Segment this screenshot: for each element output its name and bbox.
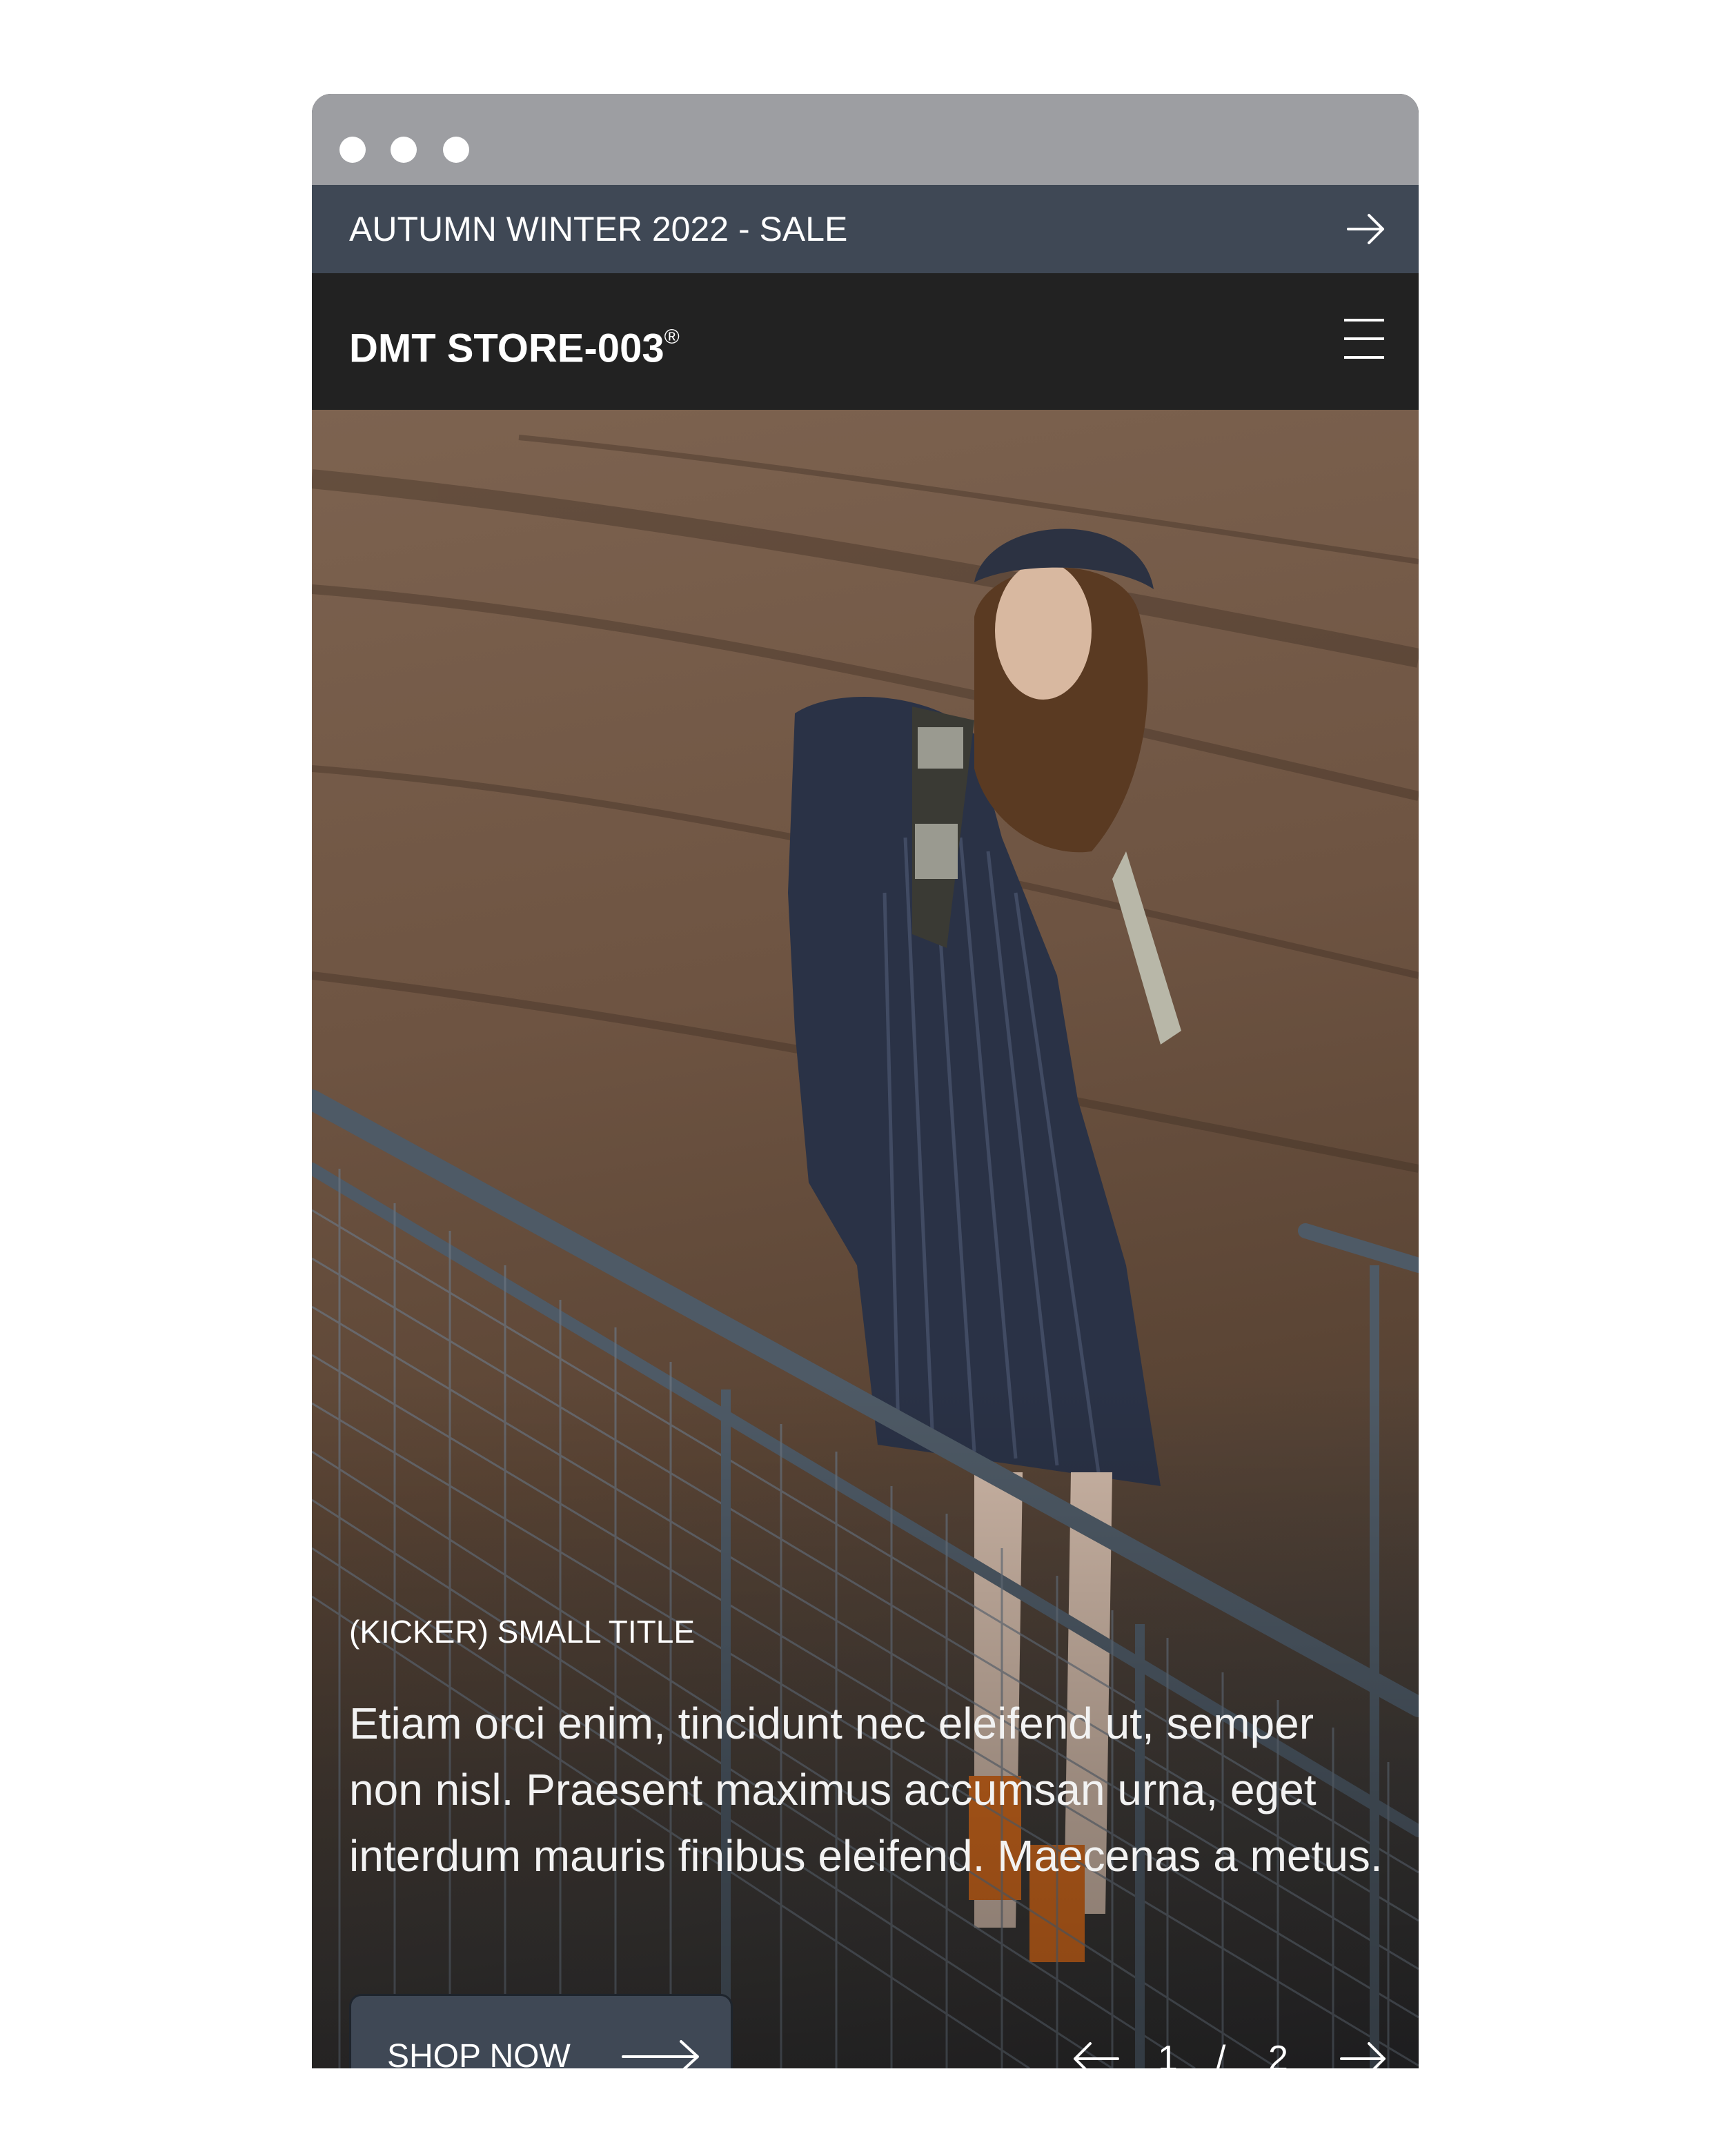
- hero-banner: (KICKER) SMALL TITLE Etiam orci enim, ti…: [312, 410, 1419, 2068]
- arrow-left-icon[interactable]: [1071, 2038, 1121, 2068]
- hamburger-menu-icon[interactable]: [1343, 316, 1386, 362]
- hero-body-text: Etiam orci enim, tincidunt nec eleifend …: [349, 1699, 1383, 1881]
- shop-now-label: SHOP NOW: [387, 2038, 571, 2068]
- site-header: DMT STORE-003®: [312, 273, 1419, 410]
- hero-kicker: (KICKER) SMALL TITLE: [349, 1614, 696, 1650]
- promo-bar[interactable]: AUTUMN WINTER 2022 - SALE: [312, 185, 1419, 273]
- arrow-right-icon[interactable]: [1344, 207, 1388, 251]
- store-logo[interactable]: DMT STORE-003®: [349, 273, 680, 417]
- arrow-right-icon[interactable]: [1339, 2038, 1388, 2068]
- window-maximize-dot[interactable]: [443, 137, 469, 163]
- registered-mark: ®: [664, 326, 680, 348]
- pager-separator: /: [1216, 2039, 1226, 2068]
- pager-total: 2: [1268, 2039, 1288, 2068]
- window-close-dot[interactable]: [339, 137, 366, 163]
- long-arrow-right-icon: [622, 2040, 699, 2068]
- pager-current: 1: [1158, 2039, 1178, 2068]
- browser-window: AUTUMN WINTER 2022 - SALE DMT STORE-003®: [312, 94, 1419, 2068]
- window-titlebar: [312, 94, 1419, 185]
- shop-now-button[interactable]: SHOP NOW: [349, 1994, 733, 2068]
- brand-name: DMT STORE-003: [349, 326, 664, 371]
- slide-pager: 1 / 2: [1071, 2031, 1388, 2068]
- window-minimize-dot[interactable]: [391, 137, 417, 163]
- promo-text: AUTUMN WINTER 2022 - SALE: [349, 210, 848, 248]
